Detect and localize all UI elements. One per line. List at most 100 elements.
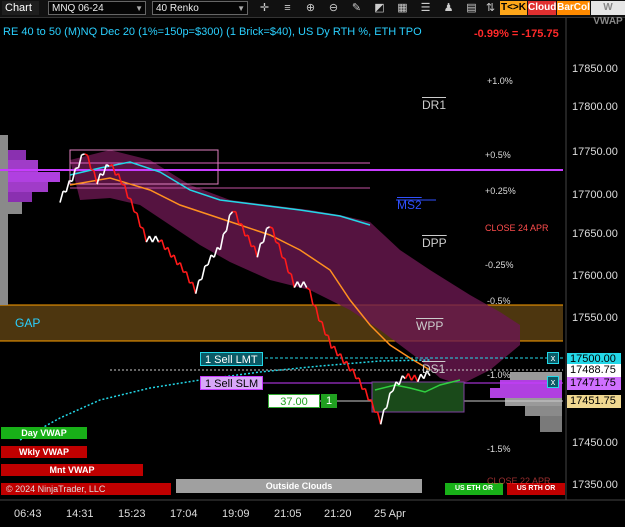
tk-button[interactable]: T<>K [500,1,527,15]
ichimoku-cloud [70,150,520,385]
y-tick: 17750.00 [572,146,618,158]
renko-brick [179,262,185,273]
copyright: © 2024 NinjaTrader, LLC [6,484,106,494]
renko-brick [121,183,125,186]
price-box-sell-slm: 17471.75 [567,377,621,390]
pencil-icon[interactable]: ✎ [350,2,363,15]
level-minus-1: -1.0% [487,370,511,380]
chart-toolbar: Chart MNQ 06-24 ▼ 40 Renko ▼ ✛ ≡ ⊕ ⊖ ✎ ◩… [0,0,625,27]
y-tick: 17550.00 [572,312,618,324]
position-price-label[interactable]: 37.00 [268,394,320,408]
renko-brick [333,345,339,357]
level-plus-05: +0.5% [485,150,511,160]
level-plus-025: +0.25% [485,186,516,196]
properties-icon[interactable]: ☰ [419,2,432,15]
sell-lmt-order-label[interactable]: 1 Sell LMT [200,352,263,366]
instrument-value: MNQ 06-24 [52,3,104,14]
data-box-icon[interactable]: ▤ [465,2,478,15]
renko-brick [318,320,323,323]
cancel-lmt-icon[interactable]: x [547,352,559,364]
renko-brick [154,235,160,243]
y-tick: 17350.00 [572,479,618,491]
renko-brick [413,374,419,383]
y-tick: 17600.00 [572,270,618,282]
y-tick: 17850.00 [572,63,618,75]
drawing-tools-icon[interactable]: ◩ [373,2,386,15]
y-tick: 17650.00 [572,228,618,240]
level-close-24apr: CLOSE 24 APR [485,223,549,233]
renko-brick [358,377,363,390]
dr1-marker: DR1 [422,98,447,112]
renko-brick [339,353,345,364]
chart-menu-label[interactable]: Chart [2,1,39,15]
instrument-selector[interactable]: MNQ 06-24 ▼ [48,1,146,15]
renko-brick [207,254,212,266]
renko-brick [173,254,178,266]
renko-brick [201,265,206,280]
renko-brick [59,190,64,203]
bar-type-selector[interactable]: 40 Renko ▼ [152,1,248,15]
position-qty-label[interactable]: 1 [321,394,337,408]
x-tick: 21:20 [324,508,352,520]
volume-profile-left [0,135,60,305]
renko-brick [148,235,154,243]
x-tick: 25 Apr [374,508,406,520]
renko-brick [204,264,209,267]
renko-brick [136,213,141,228]
renko-brick [416,373,422,383]
chart-trader-icon[interactable]: ⇅ [484,2,497,15]
renko-brick [194,280,200,294]
sell-slm-order-label[interactable]: 1 Sell SLM [200,376,264,390]
renko-brick [407,373,413,381]
x-tick: 14:31 [66,508,94,520]
renko-brick [167,247,172,258]
renko-brick [376,411,382,425]
x-tick: 15:23 [118,508,146,520]
renko-brick [145,235,151,243]
x-tick: 17:04 [170,508,198,520]
level-plus-1: +1.0% [487,76,513,86]
y-tick: 17700.00 [572,189,618,201]
cloud-button[interactable]: Cloud [528,1,556,15]
renko-brick [309,289,314,305]
day-vwap-legend: Day VWAP [1,427,87,439]
level-minus-025: -0.25% [485,260,514,270]
mnt-vwap-legend: Mnt VWAP [1,464,143,476]
strategy-icon[interactable]: ♟ [442,2,455,15]
magnify-minus-icon[interactable]: ⊖ [327,2,340,15]
template-icon[interactable]: ▦ [396,2,409,15]
barcol-button[interactable]: BarCol [557,1,590,15]
x-tick: 06:43 [14,508,42,520]
renko-brick [198,278,203,282]
cancel-slm-icon[interactable]: x [547,376,559,388]
magnify-plus-icon[interactable]: ⊕ [304,2,317,15]
y-tick: 17450.00 [572,437,618,449]
renko-brick [161,239,166,250]
renko-brick [84,153,89,157]
renko-brick [75,166,79,170]
ds1-marker: DS1 [422,362,446,376]
chevron-down-icon: ▼ [135,4,143,13]
chevron-down-icon: ▼ [237,4,245,13]
level-minus-15: -1.5% [487,444,511,454]
vwap-button[interactable]: W VWAP [591,1,625,27]
gap-label: GAP [15,316,41,330]
crosshair-icon[interactable]: ✛ [258,2,271,15]
daily-change: -0.99% = -175.75 [474,28,559,40]
wkly-vwap-legend: Wkly VWAP [1,446,87,458]
x-tick: 21:05 [274,508,302,520]
renko-brick [325,333,329,337]
x-tick: 19:09 [222,508,250,520]
renko-brick [364,388,370,401]
renko-brick [127,197,132,200]
outside-clouds-label: Outside Clouds [176,479,422,493]
price-box-last: 17488.75 [567,364,621,377]
renko-brick [65,180,71,193]
ms2-marker: MS2 [397,198,422,212]
renko-brick [142,228,148,243]
price-box-position: 17451.75 [567,395,621,408]
bars-icon[interactable]: ≡ [281,2,294,15]
dpp-marker: DPP [422,236,447,250]
chart-title: RE 40 to 50 (M)NQ Dec 20 (1%=150p=$300) … [3,26,422,38]
chart-plot[interactable] [0,18,625,527]
